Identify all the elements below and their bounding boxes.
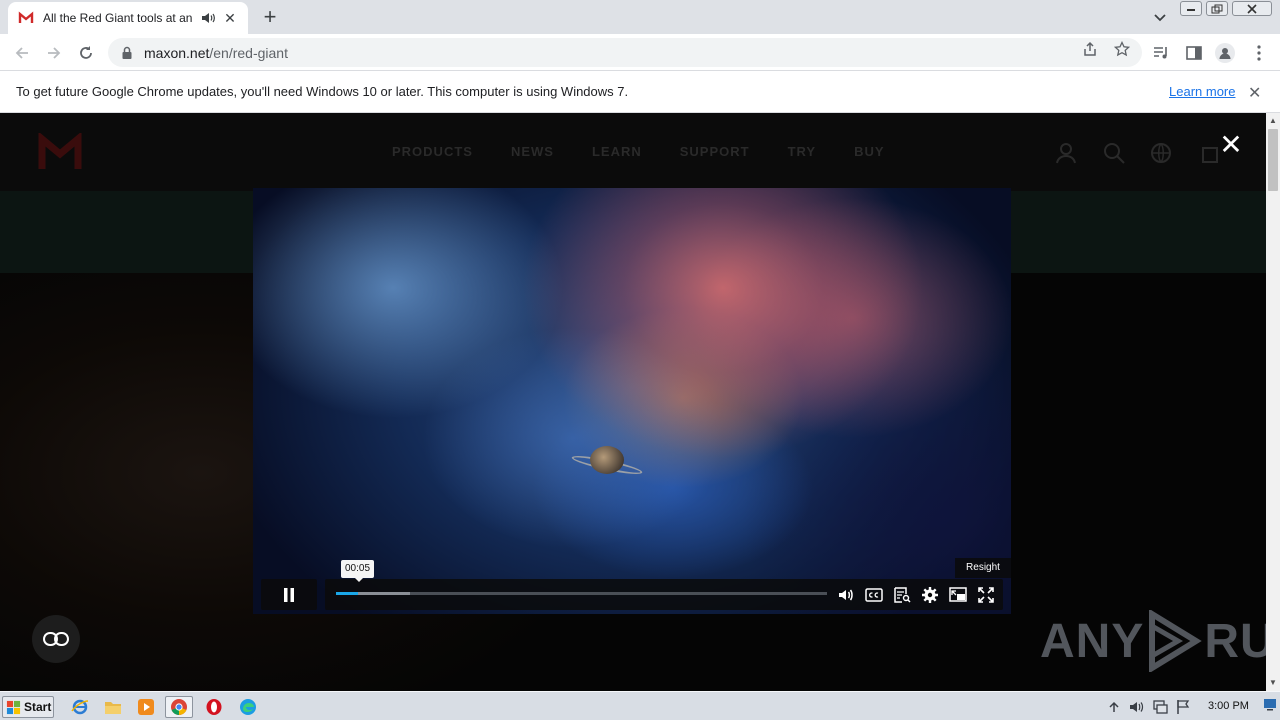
watermark-play-icon [1149, 610, 1203, 672]
url-path: /en/red-giant [209, 44, 288, 61]
watermark-left: ANY [1040, 614, 1145, 668]
forward-arrow-icon[interactable] [43, 42, 65, 64]
network-tray-icon[interactable] [1152, 699, 1168, 715]
anyrun-watermark: ANY RUN [1040, 609, 1266, 673]
start-button[interactable]: Start [2, 696, 54, 718]
bookmark-star-icon[interactable] [1113, 40, 1131, 57]
accessibility-toggle-button[interactable] [32, 615, 80, 663]
url-host: maxon.net [144, 44, 210, 61]
watermark-right: RUN [1204, 614, 1266, 668]
pause-button[interactable] [261, 579, 317, 610]
account-icon[interactable] [1054, 141, 1078, 165]
menu-kebab-icon[interactable] [1249, 43, 1269, 63]
file-explorer-icon[interactable] [99, 696, 127, 718]
media-player-icon[interactable] [132, 696, 160, 718]
windows-logo-icon [6, 700, 21, 714]
taskbar-clock[interactable]: 3:00 PM [1208, 700, 1249, 712]
tab-search-chevron-icon[interactable] [1152, 9, 1170, 25]
picture-in-picture-icon[interactable] [949, 586, 967, 604]
restore-button[interactable] [1206, 1, 1228, 16]
volume-tray-icon[interactable] [1129, 699, 1145, 715]
infobar-message: To get future Google Chrome updates, you… [16, 84, 629, 99]
tray-expand-icon[interactable] [1106, 699, 1122, 715]
infobar-close-icon[interactable]: ✕ [1248, 83, 1261, 103]
internet-explorer-icon[interactable] [66, 696, 94, 718]
progress-bar[interactable] [336, 592, 827, 595]
tab-close-icon[interactable]: ✕ [222, 10, 238, 26]
time-tooltip: 00:05 [341, 560, 375, 582]
tab-strip: All the Red Giant tools at an affordable… [0, 0, 1280, 34]
opera-icon[interactable] [200, 696, 228, 718]
tab-title: All the Red Giant tools at an affordable… [43, 11, 194, 25]
web-page: PRODUCTS NEWS LEARN SUPPORT TRY BUY ✕ 00… [0, 113, 1266, 691]
nav-support[interactable]: SUPPORT [680, 144, 750, 159]
update-infobar: To get future Google Chrome updates, you… [0, 71, 1280, 113]
minimize-button[interactable] [1180, 1, 1202, 16]
page-scrollbar[interactable]: ▲ ▼ [1266, 113, 1280, 691]
profile-avatar-icon[interactable] [1215, 43, 1235, 63]
scroll-down-arrow-icon[interactable]: ▼ [1269, 679, 1277, 687]
maxon-logo-icon[interactable] [38, 131, 82, 173]
windows-taskbar: Start 3:00 PM [0, 691, 1280, 720]
closed-captions-icon[interactable] [865, 586, 883, 604]
settings-gear-icon[interactable] [921, 586, 939, 604]
resight-label[interactable]: Resight [955, 558, 1011, 578]
lock-icon[interactable] [120, 46, 134, 60]
planet [590, 446, 624, 474]
show-desktop-icon[interactable] [1263, 697, 1277, 713]
share-icon[interactable] [1082, 41, 1098, 57]
nav-news[interactable]: NEWS [511, 144, 554, 159]
action-center-flag-icon[interactable] [1175, 699, 1191, 715]
speaker-icon[interactable] [200, 10, 216, 26]
globe-icon[interactable] [1149, 141, 1173, 165]
new-tab-button[interactable]: + [258, 6, 282, 30]
transcript-icon[interactable] [893, 586, 911, 604]
scroll-thumb[interactable] [1268, 129, 1278, 191]
edge-icon[interactable] [234, 696, 262, 718]
site-header: PRODUCTS NEWS LEARN SUPPORT TRY BUY [0, 113, 1266, 191]
url-text: maxon.net/en/red-giant [144, 45, 288, 61]
side-panel-icon[interactable] [1184, 43, 1204, 63]
control-bar [325, 579, 1003, 610]
start-label: Start [24, 700, 52, 714]
learn-more-link[interactable]: Learn more [1169, 84, 1235, 99]
maxon-favicon-icon [18, 10, 34, 26]
volume-icon[interactable] [837, 586, 855, 604]
window-controls [1180, 1, 1272, 16]
nav-learn[interactable]: LEARN [592, 144, 642, 159]
back-arrow-icon[interactable] [11, 42, 33, 64]
main-nav: PRODUCTS NEWS LEARN SUPPORT TRY BUY [392, 144, 923, 159]
progress-played [336, 592, 359, 595]
reload-icon[interactable] [75, 42, 97, 64]
system-tray [1106, 694, 1280, 720]
video-modal-close-icon[interactable]: ✕ [1218, 131, 1244, 159]
nav-buy[interactable]: BUY [854, 144, 884, 159]
chrome-icon[interactable] [165, 696, 193, 718]
nav-products[interactable]: PRODUCTS [392, 144, 473, 159]
pause-icon [284, 587, 294, 602]
video-controls: 00:05 Resight [253, 558, 1011, 616]
browser-tab[interactable]: All the Red Giant tools at an affordable… [8, 2, 248, 34]
scroll-up-arrow-icon[interactable]: ▲ [1269, 117, 1277, 125]
search-icon[interactable] [1102, 141, 1126, 165]
address-bar[interactable]: maxon.net/en/red-giant [108, 38, 1142, 67]
media-controls-icon[interactable] [1151, 43, 1171, 63]
browser-toolbar: maxon.net/en/red-giant [0, 34, 1280, 71]
link-chain-icon [43, 632, 69, 646]
close-window-button[interactable] [1232, 1, 1272, 16]
nav-try[interactable]: TRY [788, 144, 817, 159]
fullscreen-icon[interactable] [977, 586, 995, 604]
video-player[interactable] [253, 188, 1011, 614]
